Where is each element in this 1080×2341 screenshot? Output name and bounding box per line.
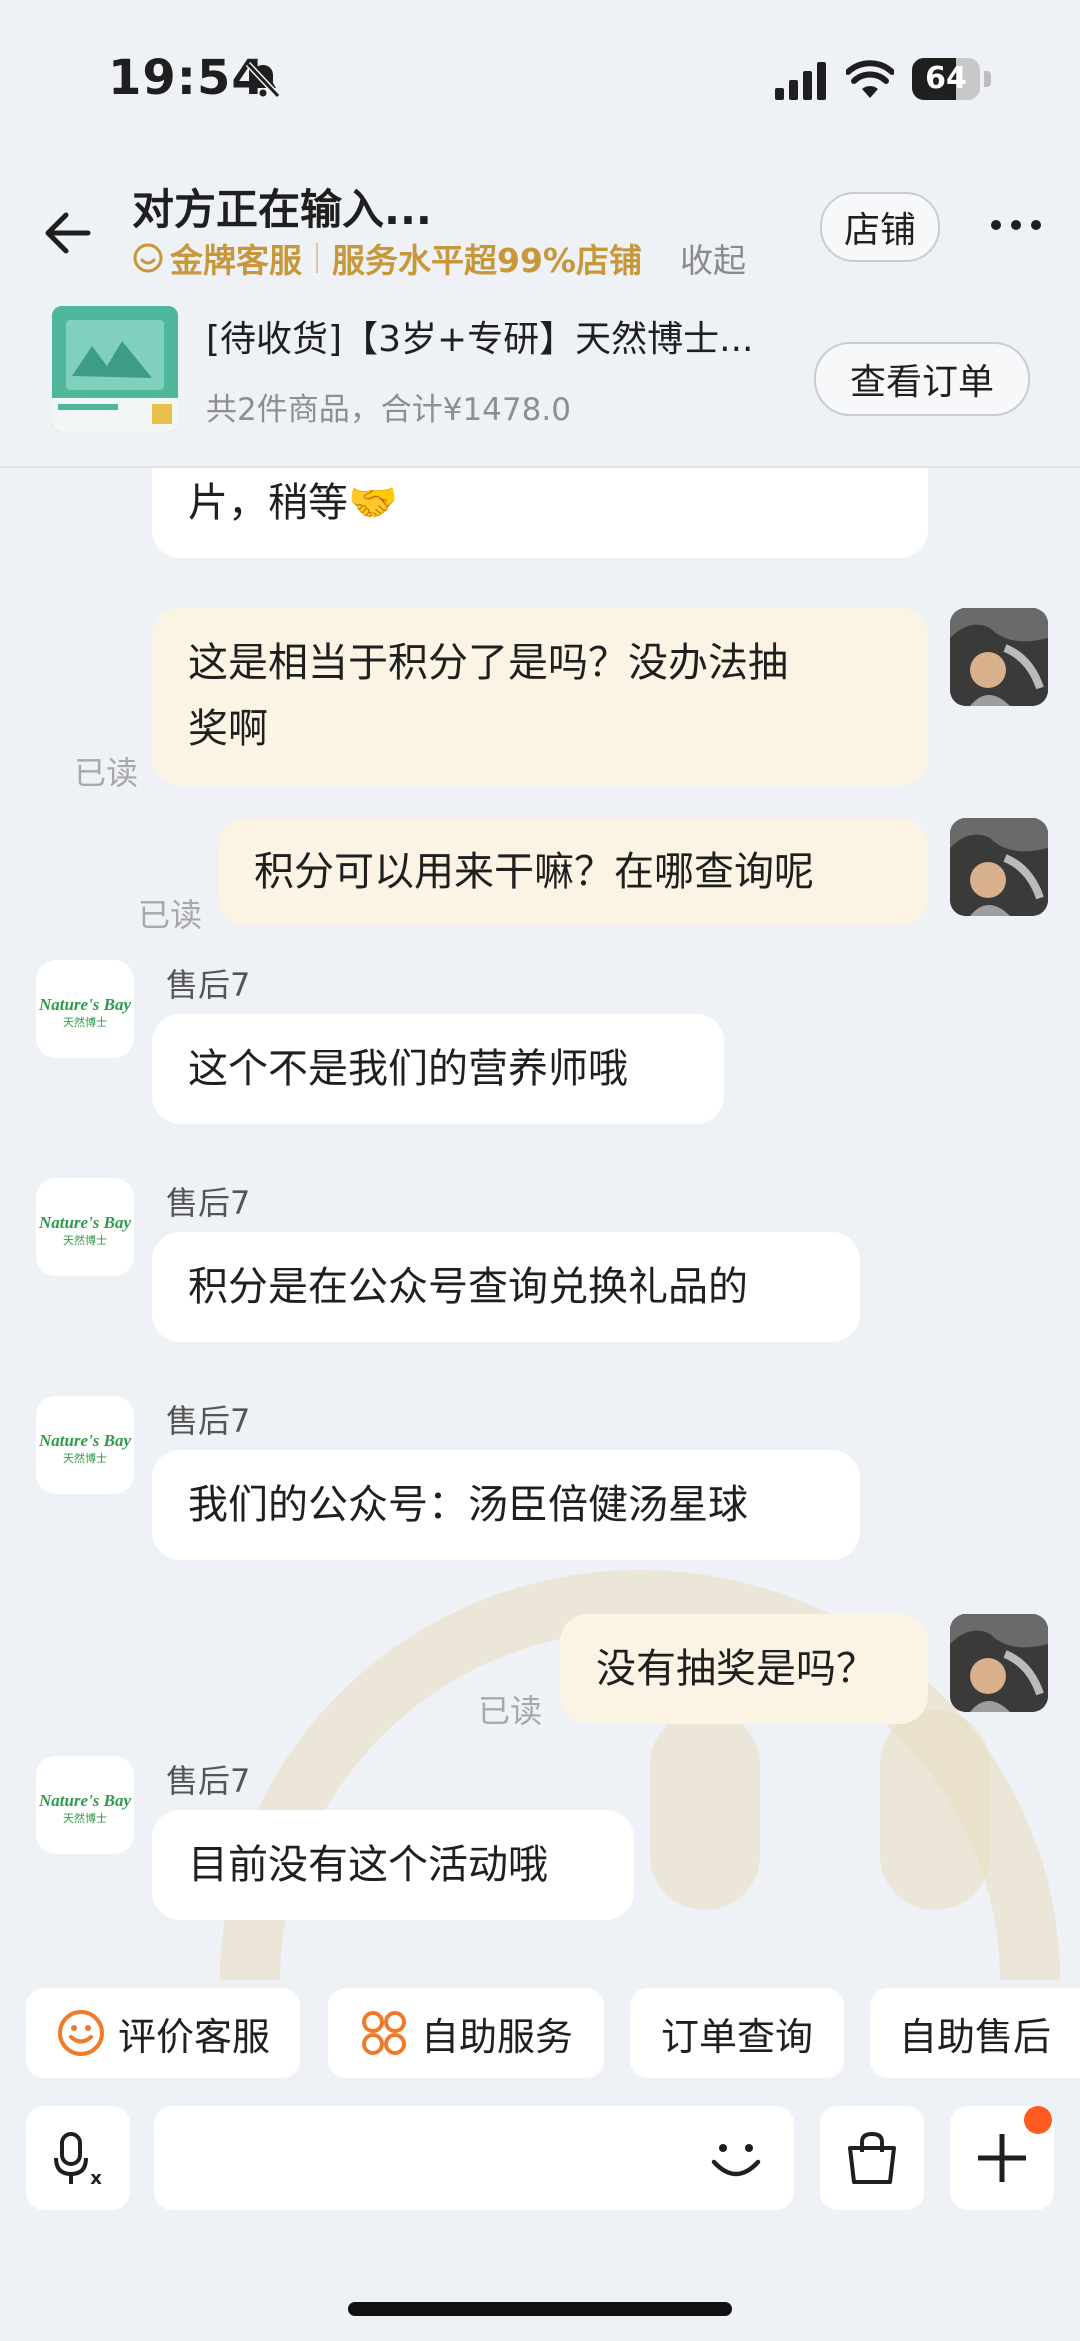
battery-indicator: 64 <box>912 58 992 100</box>
message-text-line: 这是相当于积分了是吗？没办法抽 <box>188 640 788 686</box>
svg-text:天然博士: 天然博士 <box>63 1015 107 1029</box>
quick-action-self-service[interactable]: 自助服务 <box>328 1988 604 2078</box>
message-text: 积分是在公众号查询兑换礼品的 <box>188 1264 748 1310</box>
sender-name: 售后7 <box>166 1762 251 1800</box>
grid-services-icon <box>361 2011 406 2055</box>
message-bubble: 积分是在公众号查询兑换礼品的 <box>152 1232 860 1342</box>
more-options-icon[interactable] <box>990 215 1042 235</box>
cellular-signal-icon <box>775 62 826 100</box>
status-bar: 19:54 64 <box>0 0 1080 150</box>
message-bubble: 积分可以用来干嘛？在哪查询呢 <box>218 818 928 926</box>
natures-bay-logo: Nature's Bay 天然博士 <box>38 995 132 1029</box>
battery-body: 64 <box>912 58 980 100</box>
message-bubble: 片，稍等🤝 <box>152 468 928 558</box>
microphone-icon: x <box>54 2132 102 2188</box>
shop-avatar[interactable]: Nature's Bay 天然博士 <box>36 1756 134 1854</box>
shop-avatar[interactable]: Nature's Bay 天然博士 <box>36 1396 134 1494</box>
shop-avatar[interactable]: Nature's Bay 天然博士 <box>36 960 134 1058</box>
message-bubble: 这个不是我们的营养师哦 <box>152 1014 724 1124</box>
order-summary: 共2件商品，合计¥1478.0 <box>206 392 571 428</box>
sender-name: 售后7 <box>166 1184 251 1222</box>
svg-text:天然博士: 天然博士 <box>63 1233 107 1247</box>
quick-action-order-query[interactable]: 订单查询 <box>630 1988 844 2078</box>
store-button[interactable]: 店铺 <box>820 192 940 262</box>
message-input[interactable] <box>154 2106 794 2210</box>
plus-icon <box>978 2134 1026 2182</box>
sender-name: 售后7 <box>166 966 251 1004</box>
quick-action-label: 评价客服 <box>117 2014 270 2059</box>
wifi-icon <box>846 60 894 98</box>
read-receipt: 已读 <box>478 1692 543 1730</box>
quick-action-rate-service[interactable]: 评价客服 <box>26 1988 300 2078</box>
svg-text:x: x <box>90 2168 102 2188</box>
chat-title: 对方正在输入... <box>132 185 432 234</box>
user-avatar[interactable] <box>950 608 1048 706</box>
read-receipt: 已读 <box>74 754 139 792</box>
message-bubble: 我们的公众号：汤臣倍健汤星球 <box>152 1450 860 1560</box>
quick-action-label: 自助服务 <box>420 2014 573 2059</box>
user-avatar[interactable] <box>950 1614 1048 1712</box>
gold-service-badge: 金牌客服 <box>170 241 302 280</box>
svg-text:Nature's Bay: Nature's Bay <box>38 1791 132 1810</box>
product-bag-button[interactable] <box>820 2106 924 2210</box>
message-text: 没有抽奖是吗？ <box>596 1646 876 1692</box>
quick-action-label: 订单查询 <box>660 2014 813 2059</box>
message-text: 积分可以用来干嘛？在哪查询呢 <box>254 849 814 895</box>
home-indicator <box>348 2302 732 2316</box>
badge-divider <box>316 243 318 273</box>
voice-input-button[interactable]: x <box>26 2106 130 2210</box>
message-text: 这个不是我们的营养师哦 <box>188 1046 628 1092</box>
view-order-button[interactable]: 查看订单 <box>814 342 1030 416</box>
message-text: 片，稍等🤝 <box>188 480 398 526</box>
svg-text:Nature's Bay: Nature's Bay <box>38 1431 132 1450</box>
message-bubble: 目前没有这个活动哦 <box>152 1810 634 1920</box>
svg-text:Nature's Bay: Nature's Bay <box>38 1213 132 1232</box>
message-bubble: 没有抽奖是吗？ <box>560 1614 928 1724</box>
product-thumbnail[interactable] <box>52 306 178 432</box>
back-arrow-icon[interactable] <box>40 205 96 261</box>
quick-action-self-after-sales[interactable]: 自助售后 <box>870 1988 1080 2078</box>
order-title[interactable]: [待收货]【3岁+专研】天然博士... <box>206 310 754 362</box>
collapse-link[interactable]: 收起 <box>680 234 746 282</box>
smile-badge-icon <box>133 243 163 273</box>
user-avatar-photo <box>950 818 1048 916</box>
shop-avatar[interactable]: Nature's Bay 天然博士 <box>36 1178 134 1276</box>
service-info-row: 金牌客服 服务水平超99%店铺 收起 <box>132 236 746 280</box>
battery-level: 64 <box>925 61 967 96</box>
product-box-image <box>52 306 178 432</box>
service-level-text: 服务水平超99%店铺 <box>332 241 642 280</box>
message-bubble: 这是相当于积分了是吗？没办法抽 奖啊 <box>152 608 928 786</box>
svg-text:天然博士: 天然博士 <box>63 1811 107 1825</box>
user-avatar-photo <box>950 608 1048 706</box>
notification-dot <box>1024 2106 1052 2134</box>
natures-bay-logo: Nature's Bay 天然博士 <box>38 1791 132 1825</box>
smile-icon <box>57 2010 104 2056</box>
quick-action-label: 自助售后 <box>898 2014 1051 2059</box>
user-avatar-photo <box>950 1614 1048 1712</box>
svg-text:天然博士: 天然博士 <box>63 1451 107 1465</box>
svg-text:Nature's Bay: Nature's Bay <box>38 995 132 1014</box>
natures-bay-logo: Nature's Bay 天然博士 <box>38 1431 132 1465</box>
emoji-icon[interactable] <box>706 2128 766 2188</box>
mute-bell-icon <box>245 61 281 99</box>
user-avatar[interactable] <box>950 818 1048 916</box>
shopping-bag-icon <box>848 2131 896 2184</box>
message-text: 我们的公众号：汤臣倍健汤星球 <box>188 1482 748 1528</box>
battery-tip <box>984 71 991 87</box>
read-receipt: 已读 <box>138 896 203 934</box>
message-text-line: 奖啊 <box>188 706 268 752</box>
natures-bay-logo: Nature's Bay 天然博士 <box>38 1213 132 1247</box>
sender-name: 售后7 <box>166 1402 251 1440</box>
message-text: 目前没有这个活动哦 <box>188 1842 548 1888</box>
